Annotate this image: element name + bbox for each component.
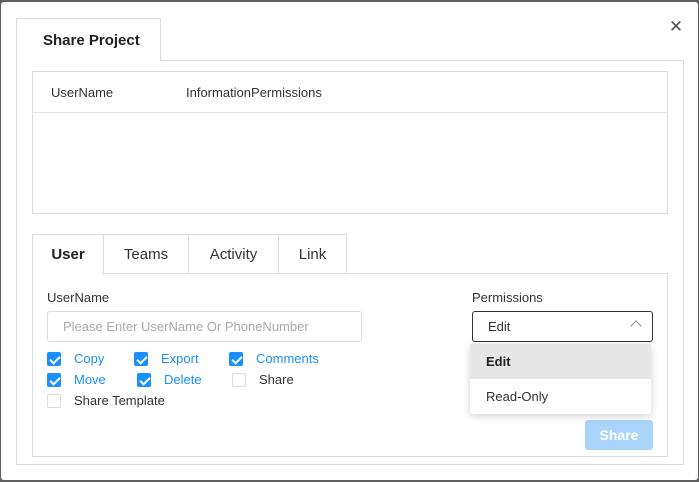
chevron-up-icon	[630, 320, 642, 332]
checkbox-label: Share Template	[74, 393, 165, 408]
checkbox-label: Share	[259, 372, 294, 387]
checkbox-box	[47, 394, 61, 408]
username-input[interactable]	[47, 311, 362, 342]
checkbox-copy[interactable]: Copy	[47, 351, 117, 367]
permission-option-read-only[interactable]: Read-Only	[470, 379, 651, 414]
checkbox-comments[interactable]: Comments	[229, 351, 329, 367]
checkbox-share-template[interactable]: Share Template	[47, 393, 177, 409]
checkbox-export[interactable]: Export	[134, 351, 209, 367]
permissions-label: Permissions	[472, 290, 543, 305]
username-label: UserName	[47, 290, 110, 305]
table-header: UserName InformationPermissions	[33, 72, 667, 113]
checkbox-box	[137, 373, 151, 387]
checkbox-box	[229, 352, 243, 366]
permissions-dropdown-menu: Edit Read-Only	[470, 344, 651, 414]
permissions-select-value: Edit	[488, 319, 511, 334]
share-button[interactable]: Share	[585, 420, 653, 450]
tab-activity[interactable]: Activity	[188, 234, 279, 274]
checkbox-box	[232, 373, 246, 387]
permission-option-edit[interactable]: Edit	[470, 344, 651, 379]
tab-user[interactable]: User	[32, 234, 104, 275]
checkbox-box	[134, 352, 148, 366]
checkbox-label: Move	[74, 372, 106, 387]
checkbox-box	[47, 373, 61, 387]
permissions-select[interactable]: Edit	[472, 311, 653, 342]
checkbox-box	[47, 352, 61, 366]
tab-share-project[interactable]: Share Project	[16, 18, 161, 61]
checkbox-share[interactable]: Share	[232, 372, 302, 388]
checkbox-move[interactable]: Move	[47, 372, 117, 388]
checkbox-label: Copy	[74, 351, 105, 366]
share-sub-tabs: User Teams Activity Link	[32, 234, 668, 275]
members-table: UserName InformationPermissions	[32, 71, 668, 214]
dialog-tabs: Share Project	[16, 18, 683, 61]
column-header-username: UserName	[51, 85, 114, 100]
tab-teams[interactable]: Teams	[103, 234, 189, 274]
checkbox-label: Comments	[256, 351, 319, 366]
checkbox-label: Export	[161, 351, 199, 366]
tab-link[interactable]: Link	[278, 234, 347, 274]
column-header-permissions: InformationPermissions	[186, 85, 322, 100]
checkbox-delete[interactable]: Delete	[137, 372, 212, 388]
checkbox-label: Delete	[164, 372, 202, 387]
